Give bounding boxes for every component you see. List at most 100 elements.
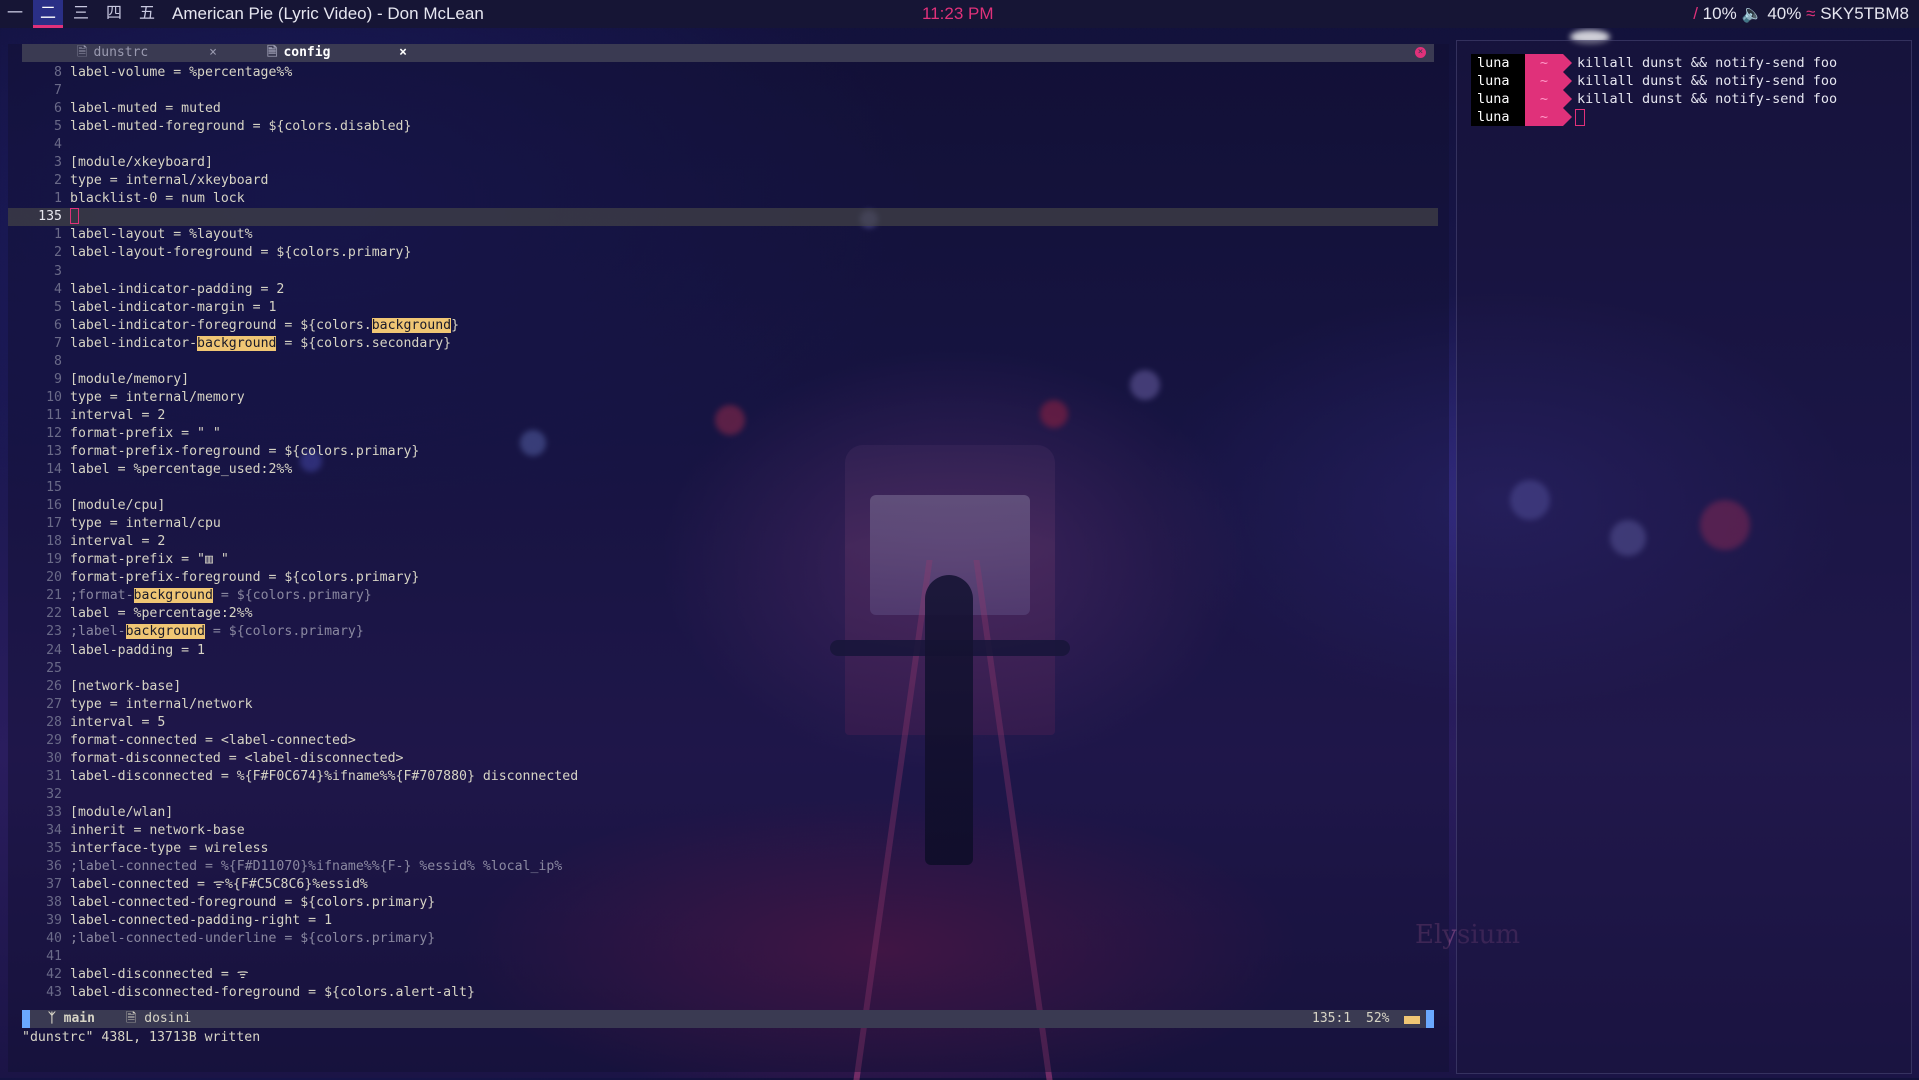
code-line[interactable]: 5 label-indicator-margin = 1 (8, 299, 1438, 317)
line-text: type = internal/memory (70, 389, 245, 407)
code-line[interactable]: 16 [module/cpu] (8, 497, 1438, 515)
code-line[interactable]: 6 label-indicator-foreground = ${colors.b… (8, 317, 1438, 335)
line-number: 6 (54, 317, 62, 333)
code-line[interactable]: 29 format-connected = <label-connected> (8, 732, 1438, 750)
code-line[interactable]: 7 label-indicator-background = ${colors.s… (8, 335, 1438, 353)
close-all-icon[interactable]: × (1415, 47, 1426, 58)
code-text: format-prefix = " " (70, 425, 221, 441)
tab-dunstrc[interactable]: 🗎 dunstrc × (77, 44, 217, 62)
code-line[interactable]: 9 [module/memory] (8, 371, 1438, 389)
line-number: 12 (46, 425, 62, 441)
code-line[interactable]: 22 label = %percentage:2%% (8, 605, 1438, 623)
code-line[interactable]: 25 (8, 660, 1438, 678)
terminal-output[interactable]: luna ~ killall dunst && notify-send foo lun… (1457, 54, 1837, 126)
line-number: 29 (46, 732, 62, 748)
code-line[interactable]: 2 label-layout-foreground = ${colors.prim… (8, 244, 1438, 262)
code-line[interactable]: 38 label-connected-foreground = ${colors.… (8, 894, 1438, 912)
code-line[interactable]: 27 type = internal/network (8, 696, 1438, 714)
close-icon[interactable]: × (209, 44, 217, 62)
code-line[interactable]: 35 interface-type = wireless (8, 840, 1438, 858)
code-line[interactable]: 37 label-connected = ᯤ%{F#C5C8C6}%essid% (8, 876, 1438, 894)
workspace-1[interactable]: 一 (0, 0, 30, 28)
wifi-ssid[interactable]: SKY5TBM8 (1820, 4, 1909, 23)
volume-level[interactable]: 40% (1767, 4, 1801, 23)
line-number: 7 (54, 83, 62, 99)
line-number: 43 (46, 985, 62, 1001)
code-line[interactable]: 33 [module/wlan] (8, 804, 1438, 822)
line-number: 8 (54, 353, 62, 369)
code-line[interactable]: 3 [module/xkeyboard] (8, 154, 1438, 172)
code-line[interactable]: 14 label = %percentage_used:2%% (8, 461, 1438, 479)
code-line[interactable]: 19 format-prefix = "▥ " (8, 551, 1438, 569)
code-line[interactable]: 31 label-disconnected = %{F#F0C674}%ifnam… (8, 768, 1438, 786)
line-number: 15 (46, 480, 62, 496)
line-number: 32 (46, 786, 62, 802)
code-line[interactable]: 2 type = internal/xkeyboard (8, 172, 1438, 190)
code-line[interactable]: 135 (8, 208, 1438, 227)
code-line[interactable]: 43 label-disconnected-foreground = ${colo… (8, 984, 1438, 1002)
code-text: type = internal/network (70, 696, 253, 712)
line-text: ;label-connected-underline = ${colors.pr… (70, 930, 435, 948)
code-text: label-indicator-foreground = ${colors. (70, 317, 372, 333)
code-line[interactable]: 42 label-disconnected = ᯤ (8, 966, 1438, 984)
prompt-user: luna (1471, 72, 1525, 90)
code-text: type = internal/xkeyboard (70, 173, 269, 189)
command-text: killall dunst && notify-send foo (1577, 73, 1838, 89)
code-line[interactable]: 34 inherit = network-base (8, 822, 1438, 840)
line-number: 31 (46, 768, 62, 784)
code-line[interactable]: 5 label-muted-foreground = ${colors.disab… (8, 118, 1438, 136)
code-line[interactable]: 8 (8, 353, 1438, 371)
line-text: ;label-connected = %{F#D11070}%ifname%%{… (70, 858, 562, 876)
line-text: interval = 5 (70, 714, 165, 732)
terminal-cursor[interactable] (1575, 108, 1585, 126)
code-line[interactable]: 7 (8, 82, 1438, 100)
clock[interactable]: 11:23 PM (922, 0, 994, 28)
code-line[interactable]: 3 (8, 263, 1438, 281)
system-tray: / 10% 🔈 40% ≈ SKY5TBM8 (1693, 0, 1909, 28)
line-text: type = internal/network (70, 696, 253, 714)
code-line[interactable]: 17 type = internal/cpu (8, 515, 1438, 533)
tab-config[interactable]: 🗎 config × (267, 44, 407, 62)
code-line[interactable]: 20 format-prefix-foreground = ${colors.pr… (8, 569, 1438, 587)
workspace-2[interactable]: 二 (33, 0, 63, 28)
close-icon[interactable]: × (399, 44, 407, 62)
code-line[interactable]: 1 label-layout = %layout% (8, 226, 1438, 244)
code-line[interactable]: 30 format-disconnected = <label-disconnec… (8, 750, 1438, 768)
prompt-path: ~ (1525, 54, 1572, 72)
code-text: label-layout-foreground = ${colors.prima… (70, 245, 412, 261)
code-text: format-connected = <label-connected> (70, 732, 356, 748)
code-line[interactable]: 4 label-indicator-padding = 2 (8, 281, 1438, 299)
code-line[interactable]: 8 label-volume = %percentage%% (8, 64, 1438, 82)
editor-window[interactable]: 🗎 dunstrc × 🗎 config × × 8 label-volume = %… (8, 44, 1449, 1072)
code-line[interactable]: 4 (8, 136, 1438, 154)
line-text: ;label-background = ${colors.primary} (70, 623, 364, 641)
code-line[interactable]: 15 (8, 479, 1438, 497)
code-line[interactable]: 1 blacklist-0 = num lock (8, 190, 1438, 208)
code-text: label-disconnected = ᯤ (70, 967, 249, 983)
code-line[interactable]: 41 (8, 948, 1438, 966)
code-text: label-layout = %layout% (70, 227, 253, 243)
code-line[interactable]: 10 type = internal/memory (8, 389, 1438, 407)
workspace-5[interactable]: 五 (132, 0, 162, 28)
volume-icon[interactable]: 🔈 (1741, 4, 1762, 23)
code-line[interactable]: 13 format-prefix-foreground = ${colors.pr… (8, 443, 1438, 461)
code-line[interactable]: 21 ;format-background = ${colors.primary} (8, 587, 1438, 605)
code-line[interactable]: 11 interval = 2 (8, 407, 1438, 425)
code-line[interactable]: 32 (8, 786, 1438, 804)
code-area[interactable]: 8 label-volume = %percentage%% 7 6 label-mut… (8, 64, 1438, 1002)
code-line[interactable]: 40 ;label-connected-underline = ${colors.… (8, 930, 1438, 948)
workspace-4[interactable]: 四 (99, 0, 129, 28)
code-line[interactable]: 28 interval = 5 (8, 714, 1438, 732)
terminal-window[interactable]: luna ~ killall dunst && notify-send foo lun… (1456, 40, 1912, 1074)
code-line[interactable]: 24 label-padding = 1 (8, 642, 1438, 660)
code-line[interactable]: 6 label-muted = muted (8, 100, 1438, 118)
top-bar: 一 二 三 四 五 American Pie (Lyric Video) - D… (0, 0, 1919, 28)
code-line[interactable]: 18 interval = 2 (8, 533, 1438, 551)
code-line[interactable]: 23 ;label-background = ${colors.primary} (8, 623, 1438, 641)
line-text: format-disconnected = <label-disconnecte… (70, 750, 403, 768)
code-line[interactable]: 39 label-connected-padding-right = 1 (8, 912, 1438, 930)
code-line[interactable]: 12 format-prefix = " " (8, 425, 1438, 443)
workspace-3[interactable]: 三 (66, 0, 96, 28)
code-line[interactable]: 36 ;label-connected = %{F#D11070}%ifname%… (8, 858, 1438, 876)
code-line[interactable]: 26 [network-base] (8, 678, 1438, 696)
